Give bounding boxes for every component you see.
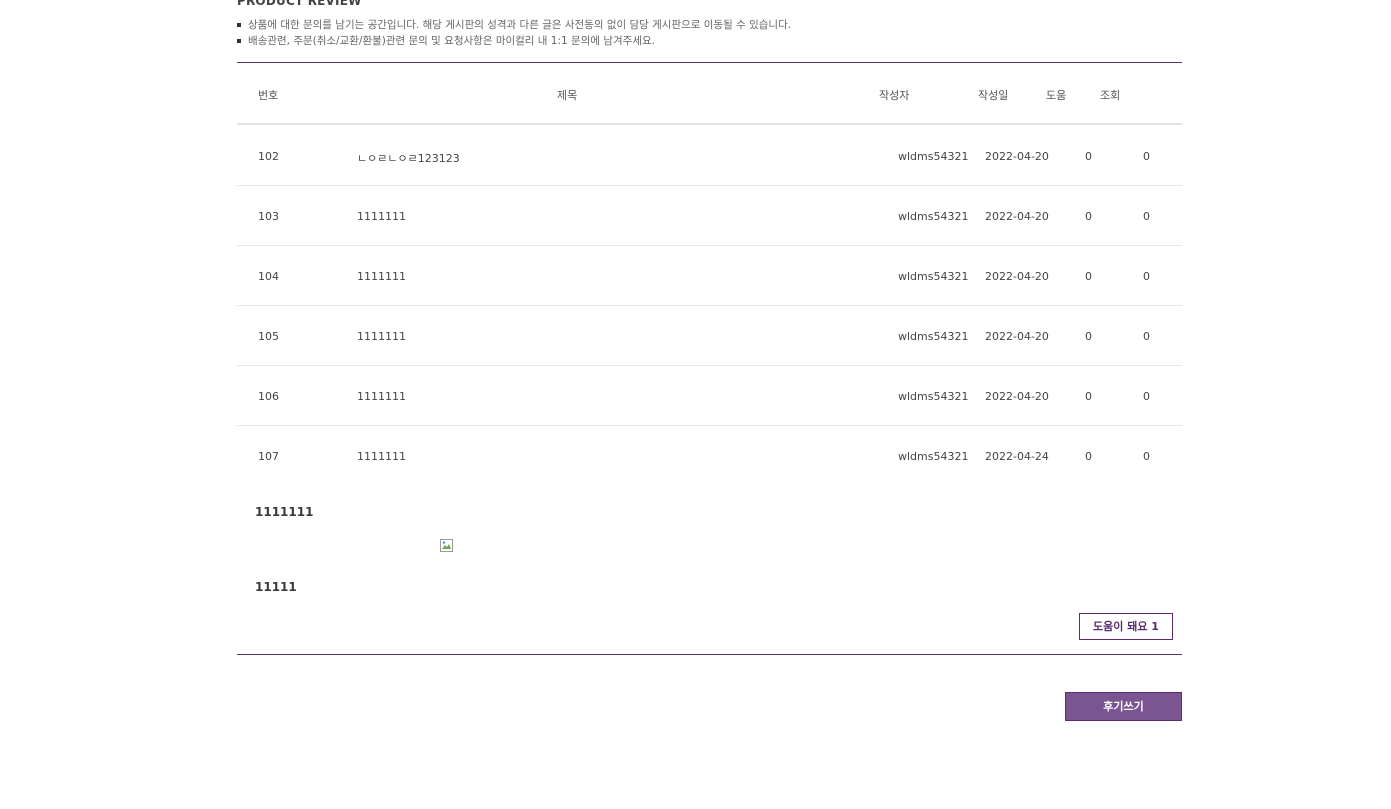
review-detail-title: 1111111 bbox=[255, 505, 314, 519]
header-hits: 조회 bbox=[1100, 89, 1121, 102]
row-date: 2022-04-20 bbox=[985, 270, 1049, 283]
header-writer: 작성자 bbox=[879, 89, 910, 102]
row-number: 102 bbox=[258, 150, 279, 163]
table-row[interactable]: 102 ㄴㅇㄹㄴㅇㄹ123123 wldms54321 2022-04-20 0… bbox=[237, 125, 1182, 186]
broken-image-icon bbox=[440, 539, 453, 552]
row-date: 2022-04-20 bbox=[985, 330, 1049, 343]
row-writer: wldms54321 bbox=[898, 150, 969, 163]
row-number: 103 bbox=[258, 210, 279, 223]
row-writer: wldms54321 bbox=[898, 270, 969, 283]
notice-item: 배송관련, 주문(취소/교환/환불)관련 문의 및 요청사항은 마이컬리 내 1… bbox=[237, 33, 791, 49]
table-row[interactable]: 107 1111111 wldms54321 2022-04-24 0 0 bbox=[237, 425, 1182, 485]
row-number: 104 bbox=[258, 270, 279, 283]
row-help-count: 0 bbox=[1085, 150, 1092, 163]
table-row[interactable]: 104 1111111 wldms54321 2022-04-20 0 0 bbox=[237, 245, 1182, 306]
notice-item: 상품에 대한 문의를 남기는 공간입니다. 해당 게시판의 성격과 다른 글은 … bbox=[237, 17, 791, 33]
row-hit-count: 0 bbox=[1143, 330, 1150, 343]
row-subject-link[interactable]: 1111111 bbox=[357, 450, 406, 463]
row-hit-count: 0 bbox=[1143, 150, 1150, 163]
table-header: 번호 제목 작성자 작성일 도움 조회 bbox=[237, 63, 1182, 125]
helpful-button[interactable]: 도움이 돼요 1 bbox=[1079, 613, 1173, 640]
row-help-count: 0 bbox=[1085, 450, 1092, 463]
row-hit-count: 0 bbox=[1143, 210, 1150, 223]
table-bottom-divider bbox=[237, 654, 1182, 655]
row-date: 2022-04-24 bbox=[985, 450, 1049, 463]
row-number: 107 bbox=[258, 450, 279, 463]
row-subject-link[interactable]: 1111111 bbox=[357, 270, 406, 283]
notice-list: 상품에 대한 문의를 남기는 공간입니다. 해당 게시판의 성격과 다른 글은 … bbox=[237, 17, 791, 49]
row-hit-count: 0 bbox=[1143, 390, 1150, 403]
row-subject-link[interactable]: 1111111 bbox=[357, 390, 406, 403]
row-subject-link[interactable]: 1111111 bbox=[357, 330, 406, 343]
row-help-count: 0 bbox=[1085, 330, 1092, 343]
row-help-count: 0 bbox=[1085, 270, 1092, 283]
write-review-button[interactable]: 후기쓰기 bbox=[1065, 692, 1182, 721]
row-date: 2022-04-20 bbox=[985, 390, 1049, 403]
board-title: PRODUCT REVIEW bbox=[237, 0, 362, 8]
row-help-count: 0 bbox=[1085, 390, 1092, 403]
table-row[interactable]: 105 1111111 wldms54321 2022-04-20 0 0 bbox=[237, 305, 1182, 366]
row-writer: wldms54321 bbox=[898, 390, 969, 403]
row-subject-link[interactable]: 1111111 bbox=[357, 210, 406, 223]
row-subject-link[interactable]: ㄴㅇㄹㄴㅇㄹ123123 bbox=[357, 150, 460, 166]
row-writer: wldms54321 bbox=[898, 210, 969, 223]
table-row[interactable]: 103 1111111 wldms54321 2022-04-20 0 0 bbox=[237, 185, 1182, 246]
row-number: 106 bbox=[258, 390, 279, 403]
table-row[interactable]: 106 1111111 wldms54321 2022-04-20 0 0 bbox=[237, 365, 1182, 426]
header-date: 작성일 bbox=[978, 89, 1009, 102]
row-help-count: 0 bbox=[1085, 210, 1092, 223]
row-date: 2022-04-20 bbox=[985, 210, 1049, 223]
header-subject: 제목 bbox=[557, 89, 578, 102]
row-number: 105 bbox=[258, 330, 279, 343]
row-hit-count: 0 bbox=[1143, 450, 1150, 463]
row-date: 2022-04-20 bbox=[985, 150, 1049, 163]
row-writer: wldms54321 bbox=[898, 450, 969, 463]
review-detail-body: 11111 bbox=[255, 580, 297, 594]
header-help: 도움 bbox=[1046, 89, 1067, 102]
header-no: 번호 bbox=[258, 89, 279, 102]
row-writer: wldms54321 bbox=[898, 330, 969, 343]
row-hit-count: 0 bbox=[1143, 270, 1150, 283]
